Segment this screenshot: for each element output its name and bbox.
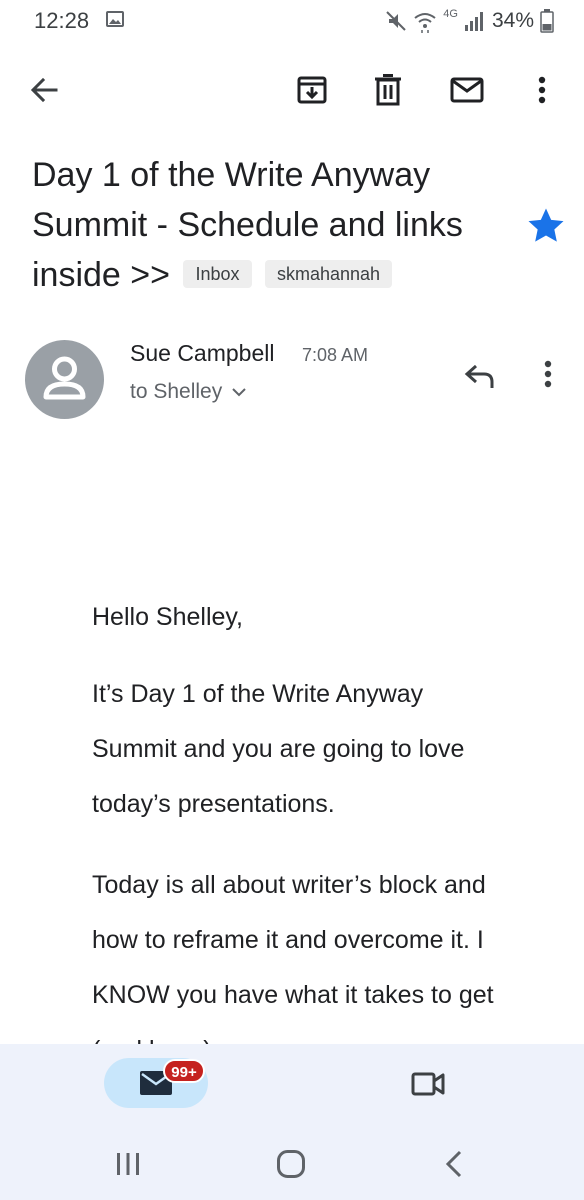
back-chevron-icon[interactable] [444,1150,464,1178]
bottom-navigation [0,1044,584,1134]
label-skmahannah[interactable]: skmahannah [264,260,393,288]
sent-time: 7:08 AM [302,345,369,365]
video-camera-icon [411,1072,445,1096]
chevron-down-icon [232,388,246,397]
recents-icon[interactable] [115,1152,141,1176]
content-area: Day 1 of the Write Anyway Summit - Sched… [0,0,584,1044]
body-paragraph: Today is all about writer’s block and ho… [92,871,494,1044]
unread-badge: 99+ [163,1059,205,1083]
home-icon[interactable] [276,1149,306,1179]
reply-icon [464,364,494,388]
email-subject: Day 1 of the Write Anyway Summit - Sched… [32,150,502,300]
email-body: Hello Shelley, It’s Day 1 of the Write A… [92,590,512,1044]
body-paragraph: Hello Shelley, [92,603,244,631]
body-paragraph: It’s Day 1 of the Write Anyway Summit an… [92,680,465,818]
star-icon[interactable] [526,206,566,246]
sender-name[interactable]: Sue Campbell [130,340,274,367]
reply-button[interactable] [456,352,504,400]
message-more-button[interactable] [524,350,572,398]
recipient-text: to Shelley [130,380,223,403]
more-vert-icon [544,360,552,388]
label-inbox[interactable]: Inbox [183,260,252,288]
system-navigation-bar [0,1134,584,1200]
person-icon [43,356,86,400]
avatar[interactable] [25,340,104,419]
recipient-details-toggle[interactable]: to Shelley [130,380,246,404]
meet-tab[interactable] [404,1062,452,1106]
